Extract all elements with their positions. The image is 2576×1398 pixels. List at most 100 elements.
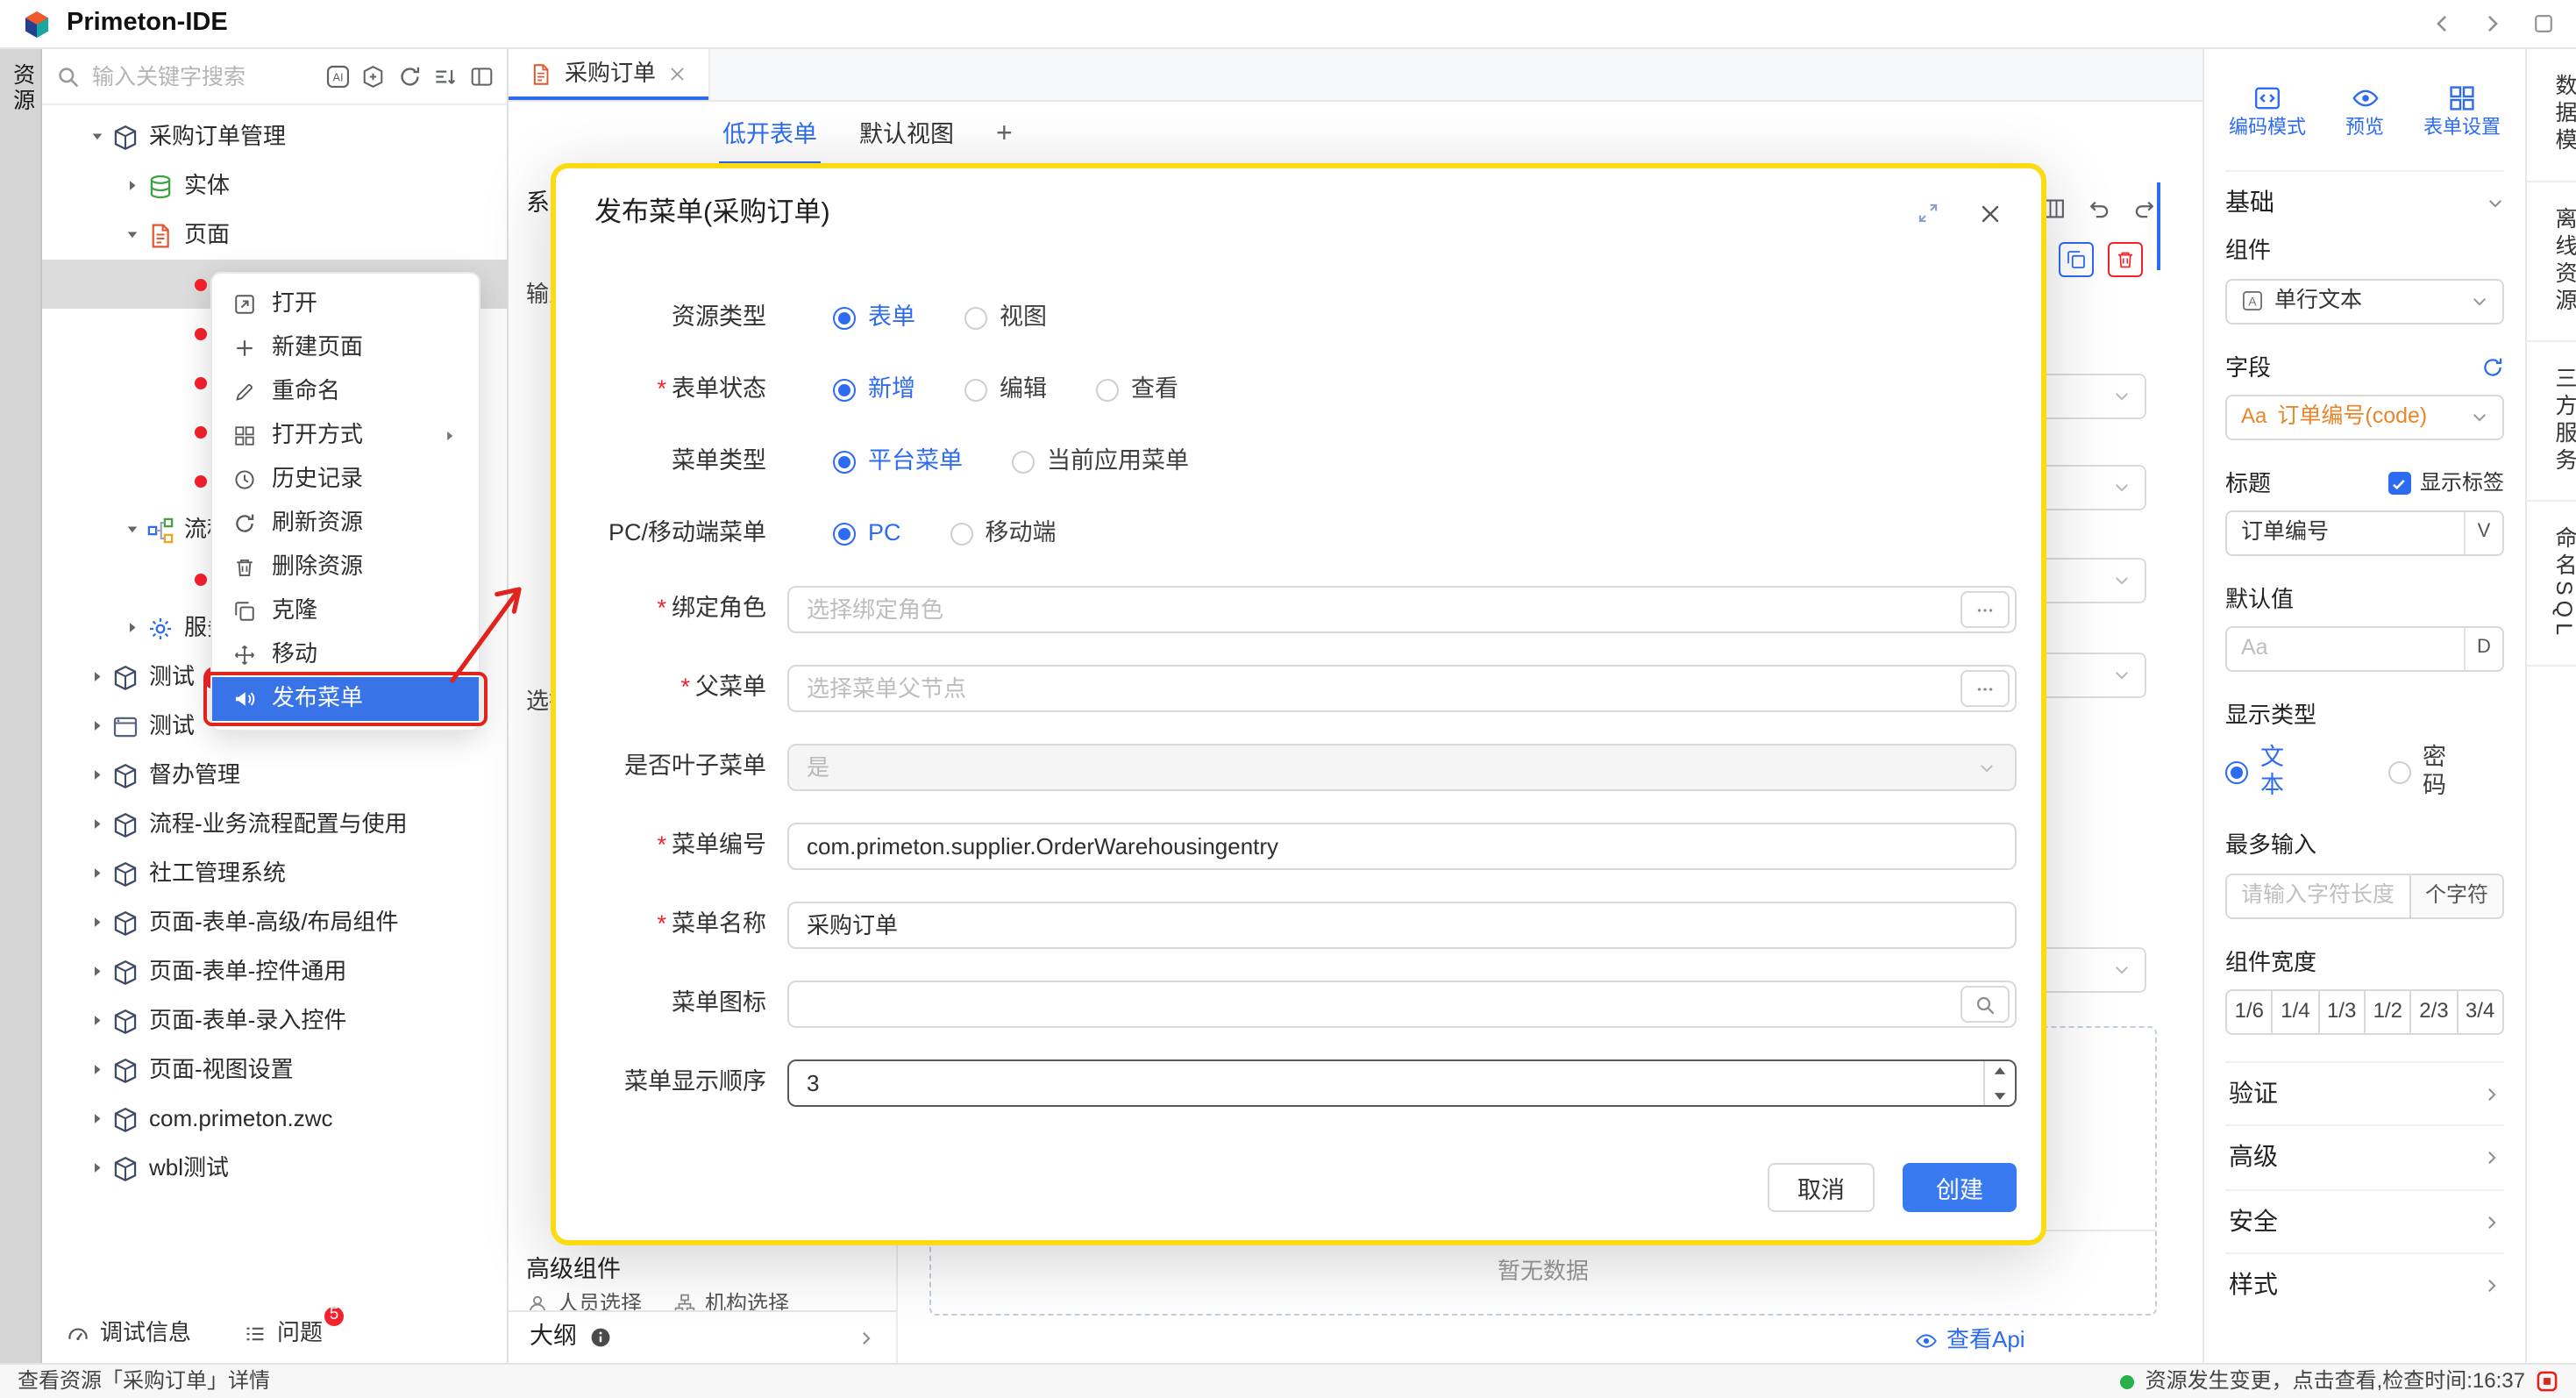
right-rail-tab[interactable]: 三方服务 [2527, 341, 2576, 501]
close-tab-icon[interactable] [668, 66, 687, 84]
radio-resource-type-0[interactable]: 表单 [833, 304, 915, 334]
increment-icon[interactable] [1985, 1062, 2015, 1084]
tree-item[interactable]: 页面 [42, 210, 507, 260]
tree-item[interactable]: 流程-业务流程配置与使用 [42, 800, 507, 849]
caret-right-icon[interactable] [119, 178, 146, 195]
menu-item-plus[interactable]: 新建页面 [212, 326, 479, 370]
tree-item[interactable]: 采购订单管理 [42, 112, 507, 161]
tree-item[interactable]: 实体 [42, 161, 507, 210]
search-input[interactable] [92, 64, 313, 89]
error-indicator-icon[interactable] [2536, 1370, 2558, 1393]
dynamic-value-button[interactable]: D [2464, 629, 2502, 671]
menu-item-open[interactable]: 打开 [212, 282, 479, 326]
new-resource-icon[interactable] [361, 65, 385, 89]
caret-right-icon[interactable] [84, 915, 110, 931]
caret-right-icon[interactable] [84, 1111, 110, 1128]
tree-item[interactable]: 页面-表单-控件通用 [42, 947, 507, 996]
section-header[interactable]: 安全 [2225, 1189, 2504, 1253]
toolbar-code-mode[interactable]: 编码模式 [2229, 84, 2306, 142]
rail-tab-resources[interactable]: 资源 [6, 63, 33, 114]
caret-down-icon[interactable] [84, 129, 110, 146]
search-icon-button[interactable] [1960, 987, 2010, 1024]
field-select[interactable]: Aa 订单编号(code) [2225, 395, 2504, 440]
radio-resource-type-1[interactable]: 视图 [964, 304, 1047, 334]
tree-item[interactable]: wbl测试 [42, 1144, 507, 1193]
toolbar-preview[interactable]: 预览 [2345, 84, 2384, 142]
caret-down-icon[interactable] [119, 522, 146, 539]
redo-icon[interactable] [2132, 196, 2157, 221]
width-option[interactable]: 1/4 [2272, 989, 2320, 1035]
caret-right-icon[interactable] [84, 669, 110, 686]
decrement-icon[interactable] [1985, 1084, 2015, 1106]
right-rail-tab[interactable]: 数据模 [2527, 49, 2576, 182]
width-option[interactable]: 1/3 [2317, 989, 2366, 1035]
ai-assistant-icon[interactable]: AI [325, 65, 349, 89]
cancel-button[interactable]: 取消 [1768, 1163, 1875, 1212]
add-view-button[interactable]: + [996, 118, 1013, 153]
create-button[interactable]: 创建 [1903, 1163, 2017, 1212]
caret-right-icon[interactable] [84, 817, 110, 833]
collapse-panel-icon[interactable] [469, 65, 493, 89]
input-menu-name[interactable]: 采购订单 [787, 902, 2017, 950]
caret-right-icon[interactable] [84, 1013, 110, 1030]
view-api-link[interactable]: 查看Api [1915, 1326, 2025, 1355]
radio-form-status-1[interactable]: 编辑 [964, 376, 1047, 406]
caret-right-icon[interactable] [84, 718, 110, 735]
width-option[interactable]: 1/6 [2225, 989, 2274, 1035]
radio-pc-mobile-menu-1[interactable]: 移动端 [950, 520, 1057, 550]
debug-info-button[interactable]: 调试信息 [67, 1319, 191, 1348]
radio-pc-mobile-menu-0[interactable]: PC [833, 520, 901, 550]
maximize-dialog-icon[interactable] [1917, 202, 1939, 225]
copy-widget-button[interactable] [2059, 242, 2094, 277]
palette-advanced-header[interactable]: 高级组件 [526, 1256, 621, 1286]
tree-item[interactable]: 社工管理系统 [42, 849, 507, 898]
caret-right-icon[interactable] [119, 620, 146, 637]
menu-item-publish[interactable]: 发布菜单 [212, 677, 479, 721]
caret-right-icon[interactable] [84, 866, 110, 882]
caret-right-icon[interactable] [84, 964, 110, 981]
title-input[interactable]: 订单编号 V [2225, 510, 2504, 556]
sort-icon[interactable] [433, 65, 457, 89]
input-menu-icon[interactable] [787, 981, 2017, 1029]
width-option[interactable]: 2/3 [2410, 989, 2459, 1035]
menu-item-clone[interactable]: 克隆 [212, 589, 479, 633]
picker-bind-role[interactable]: 选择绑定角色 [787, 587, 2017, 634]
window-restore-icon[interactable] [2532, 12, 2555, 35]
view-tab-default-view[interactable]: 默认视图 [859, 120, 954, 150]
tree-item[interactable]: 页面-视图设置 [42, 1045, 507, 1095]
tree-item[interactable]: 页面-表单-录入控件 [42, 996, 507, 1045]
toolbar-form-settings[interactable]: 表单设置 [2423, 84, 2501, 142]
section-header[interactable]: 样式 [2225, 1253, 2504, 1317]
close-dialog-icon[interactable] [1978, 201, 2003, 225]
select-leaf-menu[interactable]: 是 [787, 745, 2017, 792]
menu-item-rename[interactable]: 重命名 [212, 370, 479, 414]
radio-menu-type-0[interactable]: 平台菜单 [833, 448, 963, 478]
menu-item-trash[interactable]: 删除资源 [212, 546, 479, 589]
number-spinner[interactable] [1983, 1062, 2015, 1106]
refresh-field-icon[interactable] [2481, 356, 2504, 379]
width-option[interactable]: 1/2 [2364, 989, 2412, 1035]
nav-back-icon[interactable] [2430, 12, 2453, 35]
nav-forward-icon[interactable] [2481, 12, 2504, 35]
view-tab-lowcode-form[interactable]: 低开表单 [722, 120, 817, 150]
picker-parent-menu[interactable]: 选择菜单父节点 [787, 666, 2017, 713]
radio-display-type-0[interactable]: 文本 [2225, 743, 2293, 802]
radio-menu-type-1[interactable]: 当前应用菜单 [1012, 448, 1189, 478]
max-length-input[interactable]: 请输入字符长度 [2225, 873, 2411, 918]
status-right[interactable]: 资源发生变更，点击查看,检查时间:16:37 [2145, 1368, 2525, 1394]
radio-display-type-1[interactable]: 密码 [2387, 743, 2455, 802]
problems-button[interactable]: 问题 5 [244, 1319, 323, 1348]
right-rail-tab[interactable]: 离线资源 [2527, 182, 2576, 341]
caret-down-icon[interactable] [119, 227, 146, 244]
radio-form-status-0[interactable]: 新增 [833, 376, 915, 406]
caret-right-icon[interactable] [84, 1062, 110, 1079]
menu-item-refresh[interactable]: 刷新资源 [212, 502, 479, 546]
default-value-input[interactable]: Aa D [2225, 627, 2504, 673]
show-label-checkbox[interactable] [2388, 473, 2411, 496]
width-option[interactable]: 3/4 [2456, 989, 2504, 1035]
caret-right-icon[interactable] [84, 767, 110, 784]
undo-icon[interactable] [2087, 196, 2111, 221]
right-rail-tab[interactable]: 命名SQL [2527, 501, 2576, 666]
input-menu-code[interactable]: com.primeton.supplier.OrderWarehousingen… [787, 824, 2017, 871]
tree-item[interactable]: com.primeton.zwc [42, 1095, 507, 1144]
